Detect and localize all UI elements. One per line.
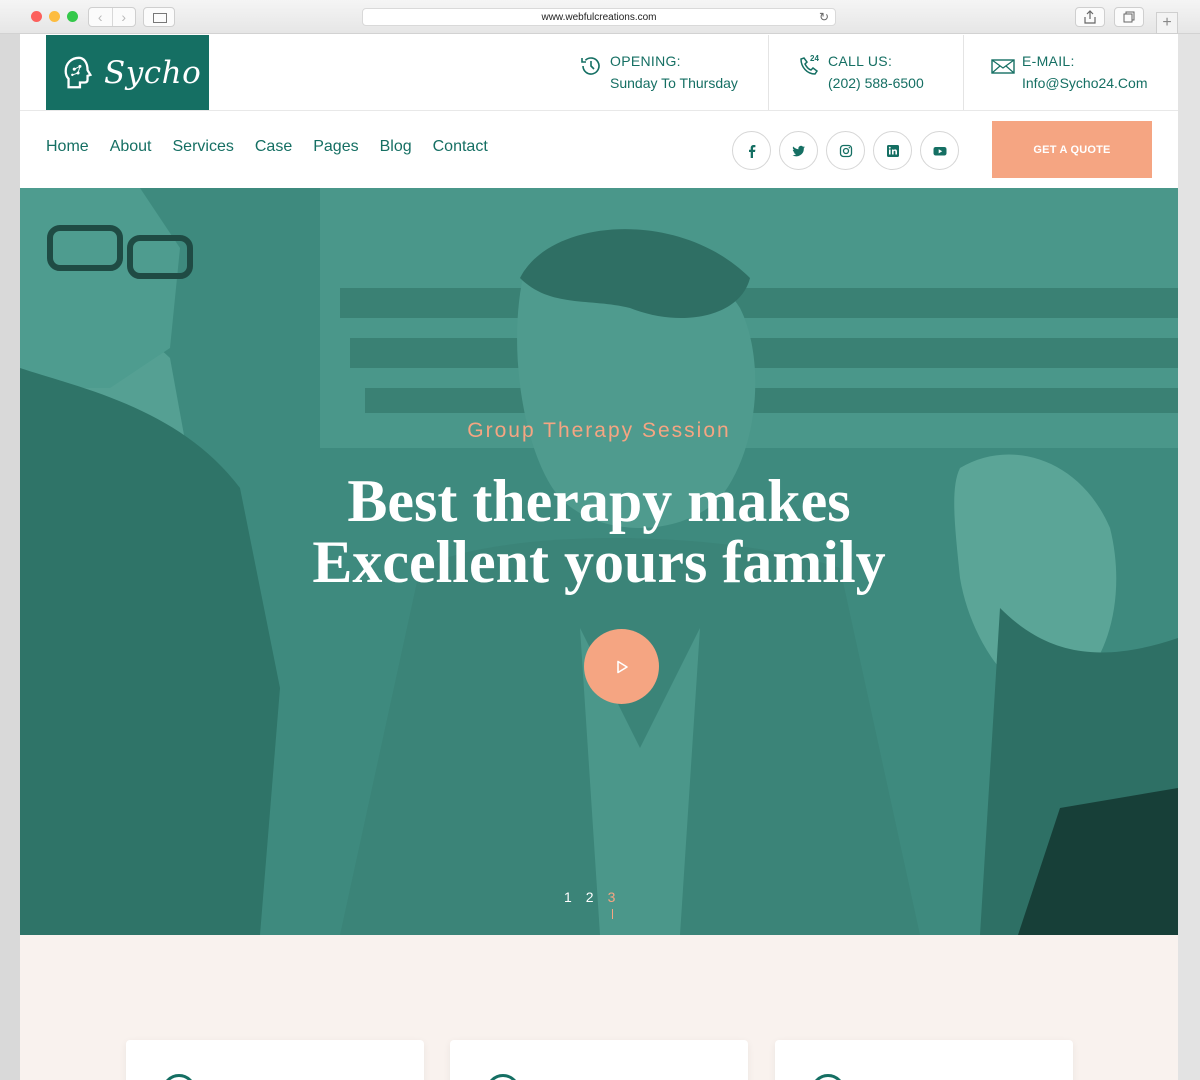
instagram-button[interactable] xyxy=(826,131,865,170)
minimize-window-button[interactable] xyxy=(49,11,60,22)
web-page: Sycho OPENING: Sunday To Thursday 24 CAL… xyxy=(20,34,1178,1080)
header-divider xyxy=(963,35,964,110)
logo-text: Sycho xyxy=(104,54,202,91)
window-margin-right xyxy=(1178,34,1200,1080)
youtube-button[interactable] xyxy=(920,131,959,170)
back-icon[interactable]: ‹ xyxy=(89,8,113,26)
tabs-overview-button[interactable] xyxy=(1114,7,1144,27)
youtube-icon xyxy=(933,146,946,155)
call-label: CALL US: xyxy=(828,53,893,69)
features-section xyxy=(20,935,1178,1080)
hero-title-line-2: Excellent yours family xyxy=(312,529,886,595)
forward-icon[interactable]: › xyxy=(113,8,136,26)
feature-icon xyxy=(162,1074,196,1080)
slide-2-button[interactable]: 2 xyxy=(586,889,594,905)
reload-icon[interactable]: ↻ xyxy=(819,10,829,24)
nav-services[interactable]: Services xyxy=(173,138,234,156)
feature-card xyxy=(775,1040,1073,1080)
history-nav: ‹ › xyxy=(88,7,136,27)
hero-subtitle: Group Therapy Session xyxy=(467,419,731,442)
clock-history-icon xyxy=(581,57,600,75)
facebook-button[interactable] xyxy=(732,131,771,170)
instagram-icon xyxy=(839,144,852,157)
nav-contact[interactable]: Contact xyxy=(433,138,488,156)
twitter-icon xyxy=(792,145,805,156)
opening-hours: OPENING: Sunday To Thursday xyxy=(578,35,738,110)
slide-3-button[interactable]: 3 xyxy=(608,889,615,919)
maximize-window-button[interactable] xyxy=(67,11,78,22)
nav-pages[interactable]: Pages xyxy=(313,138,358,156)
linkedin-button[interactable] xyxy=(873,131,912,170)
play-icon xyxy=(616,660,628,673)
nav-case[interactable]: Case xyxy=(255,138,292,156)
sidebar-toggle-button[interactable] xyxy=(143,7,175,27)
slide-1-button[interactable]: 1 xyxy=(564,889,572,905)
call-us: 24 CALL US: (202) 588-6500 xyxy=(796,35,924,110)
nav-blog[interactable]: Blog xyxy=(380,138,412,156)
header-divider-horizontal xyxy=(20,110,1178,111)
share-icon xyxy=(1084,10,1096,24)
opening-value: Sunday To Thursday xyxy=(610,75,738,91)
envelope-icon xyxy=(991,59,1015,74)
feature-card xyxy=(450,1040,748,1080)
hero-title: Best therapy makes Excellent yours famil… xyxy=(20,471,1178,593)
call-value[interactable]: (202) 588-6500 xyxy=(828,75,924,91)
feature-card xyxy=(126,1040,424,1080)
head-brain-icon xyxy=(64,56,93,88)
main-nav: Home About Services Case Pages Blog Cont… xyxy=(46,138,509,156)
play-video-button[interactable] xyxy=(584,629,659,704)
nav-about[interactable]: About xyxy=(110,138,152,156)
phone-24-badge: 24 xyxy=(810,54,819,63)
phone-24-icon: 24 xyxy=(800,54,819,75)
hero-title-line-1: Best therapy makes xyxy=(347,468,851,534)
facebook-icon xyxy=(748,144,755,158)
feature-icon xyxy=(811,1074,845,1080)
site-logo[interactable]: Sycho xyxy=(46,35,209,110)
email-value[interactable]: Info@Sycho24.Com xyxy=(1022,75,1148,91)
twitter-button[interactable] xyxy=(779,131,818,170)
opening-label: OPENING: xyxy=(610,53,681,69)
tabs-icon xyxy=(1123,11,1135,23)
browser-toolbar: ‹ › www.webfulcreations.com ↻ + xyxy=(0,0,1200,34)
window-margin-left xyxy=(0,34,20,1080)
header-divider xyxy=(768,35,769,110)
slider-pagination: 1 2 3 xyxy=(564,889,615,919)
email-label: E-MAIL: xyxy=(1022,53,1075,69)
close-window-button[interactable] xyxy=(31,11,42,22)
address-bar[interactable]: www.webfulcreations.com ↻ xyxy=(362,8,836,26)
hero-slider: Group Therapy Session Best therapy makes… xyxy=(20,188,1178,935)
feature-icon xyxy=(486,1074,520,1080)
nav-home[interactable]: Home xyxy=(46,138,89,156)
email-contact: E-MAIL: Info@Sycho24.Com xyxy=(990,35,1148,110)
url-text: www.webfulcreations.com xyxy=(541,11,657,23)
share-button[interactable] xyxy=(1075,7,1105,27)
social-links xyxy=(732,131,959,170)
get-a-quote-button[interactable]: GET A QUOTE xyxy=(992,121,1152,178)
linkedin-icon xyxy=(886,144,899,157)
new-tab-button[interactable]: + xyxy=(1156,12,1178,34)
